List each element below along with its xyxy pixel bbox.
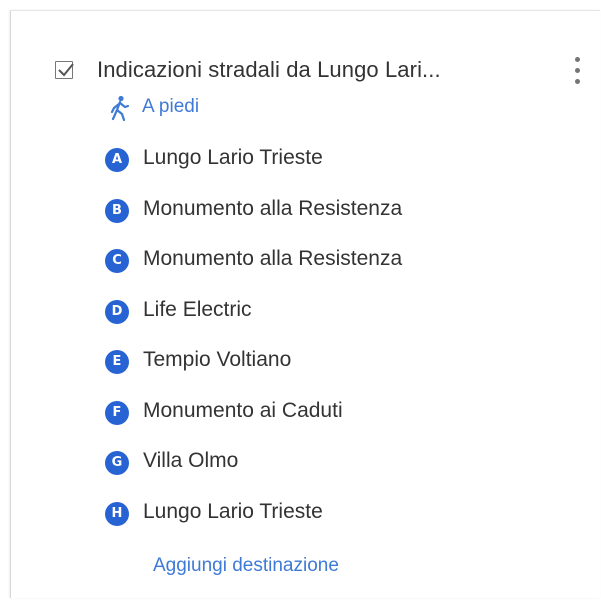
stop-name: Lungo Lario Trieste bbox=[143, 499, 323, 523]
stop-marker-icon: D bbox=[105, 299, 129, 324]
stop-marker-icon: F bbox=[105, 400, 129, 425]
stop-name: Monumento alla Resistenza bbox=[143, 247, 403, 270]
stop-marker-icon: E bbox=[105, 350, 129, 374]
travel-mode-label: A piedi bbox=[142, 96, 200, 117]
stop-marker-icon: G bbox=[105, 451, 129, 475]
directions-layer-panel: Indicazioni stradali da Lungo Lari... A … bbox=[10, 10, 600, 598]
layer-options-button[interactable] bbox=[567, 51, 589, 91]
stop-marker-icon: C bbox=[105, 249, 129, 273]
stop-item[interactable]: C Monumento alla Resistenza bbox=[105, 247, 585, 277]
stop-item[interactable]: B Monumento alla Resistenza bbox=[105, 197, 585, 227]
walking-icon bbox=[110, 95, 130, 121]
stop-item[interactable]: F Monumento ai Caduti bbox=[105, 399, 585, 429]
check-icon bbox=[58, 63, 74, 77]
stop-item[interactable]: D Life Electric bbox=[105, 298, 585, 328]
stop-name: Life Electric bbox=[143, 297, 252, 321]
stop-marker-icon: H bbox=[105, 501, 129, 526]
stop-name: Tempio Voltiano bbox=[143, 348, 292, 371]
stop-item[interactable]: E Tempio Voltiano bbox=[105, 348, 585, 378]
stop-name: Villa Olmo bbox=[143, 449, 239, 472]
stop-name: Monumento ai Caduti bbox=[143, 398, 343, 422]
stop-item[interactable]: G Villa Olmo bbox=[105, 449, 585, 479]
layer-title[interactable]: Indicazioni stradali da Lungo Lari... bbox=[97, 57, 441, 83]
layer-visibility-checkbox[interactable] bbox=[55, 61, 74, 79]
stop-marker-icon: B bbox=[105, 198, 129, 223]
add-destination-link[interactable]: Aggiungi destinazione bbox=[153, 555, 339, 577]
stop-marker-icon: A bbox=[105, 148, 129, 172]
stop-name: Lungo Lario Trieste bbox=[143, 146, 323, 169]
stop-item[interactable]: A Lungo Lario Trieste bbox=[105, 146, 585, 176]
stop-item[interactable]: H Lungo Lario Trieste bbox=[105, 500, 585, 530]
layer-header: Indicazioni stradali da Lungo Lari... bbox=[11, 47, 601, 91]
stop-name: Monumento alla Resistenza bbox=[143, 196, 403, 220]
